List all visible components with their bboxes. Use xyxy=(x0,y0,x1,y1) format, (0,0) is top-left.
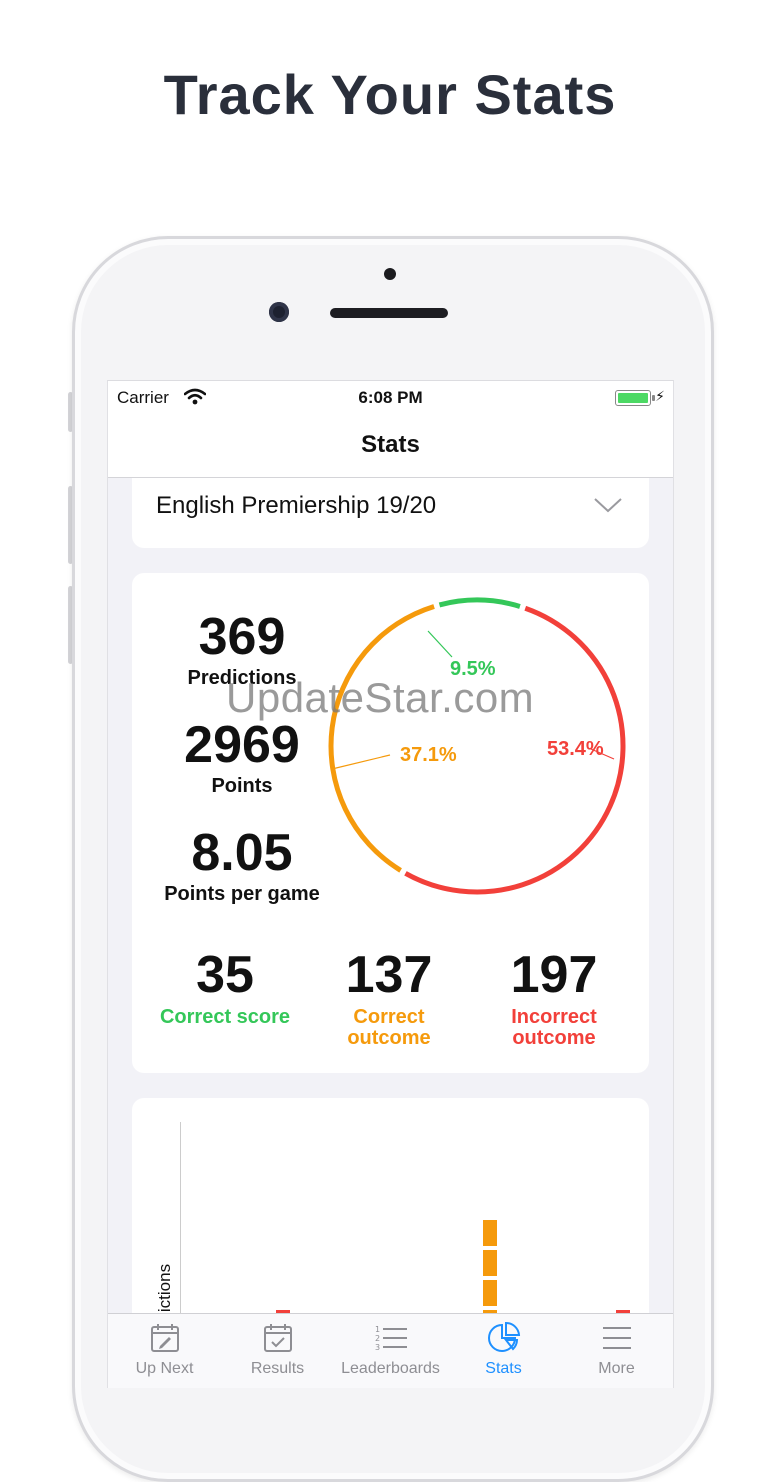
bar-segment xyxy=(483,1220,497,1246)
calendar-edit-icon xyxy=(108,1320,221,1356)
points-per-game-stat: 8.05 Points per game xyxy=(132,827,352,906)
tab-leaderboards-label: Leaderboards xyxy=(341,1360,440,1377)
correct-outcome-value: 137 xyxy=(345,946,433,1004)
league-selector[interactable]: English Premiership 19/20 xyxy=(132,478,649,548)
tab-results-label: Results xyxy=(250,1360,305,1377)
points-value: 2969 xyxy=(184,716,300,774)
page-headline: Track Your Stats xyxy=(163,63,617,126)
donut-segment-correct-score xyxy=(438,597,521,609)
proximity-sensor xyxy=(384,268,396,280)
tab-up-next[interactable]: Up Next xyxy=(108,1320,221,1378)
battery-icon xyxy=(615,390,655,406)
svg-text:2: 2 xyxy=(375,1334,380,1343)
bar-segment xyxy=(483,1280,497,1306)
points-per-game-value: 8.05 xyxy=(191,824,293,882)
outcome-donut-chart: 9.5%53.4%37.1% xyxy=(328,597,626,895)
incorrect-outcome-count: 197 Incorrect outcome xyxy=(469,949,639,1049)
tab-stats-label: Stats xyxy=(485,1360,522,1377)
correct-score-value: 35 xyxy=(196,946,254,1004)
tab-more[interactable]: More xyxy=(560,1320,673,1378)
points-per-game-label: Points per game xyxy=(164,883,320,905)
calendar-check-icon xyxy=(221,1320,334,1356)
correct-score-label: Correct score xyxy=(159,1006,291,1028)
tab-bar: Up Next Results 123 Leaderboards Stats M… xyxy=(108,1313,673,1388)
chevron-down-icon xyxy=(593,496,623,519)
pie-chart-icon xyxy=(447,1320,560,1356)
donut-leader-line xyxy=(427,630,453,658)
watermark-text: UpdateStar.com xyxy=(226,674,535,721)
bar-segment xyxy=(483,1250,497,1276)
incorrect-outcome-label-line1: Incorrect xyxy=(511,1006,597,1028)
tab-more-label: More xyxy=(598,1360,635,1377)
incorrect-outcome-label-line2: outcome xyxy=(512,1027,596,1049)
predictions-value: 369 xyxy=(198,608,286,666)
nav-bar: Stats xyxy=(108,415,673,478)
svg-text:1: 1 xyxy=(375,1325,380,1334)
correct-outcome-label-line1: Correct xyxy=(353,1006,425,1028)
tab-up-next-label: Up Next xyxy=(135,1360,194,1377)
incorrect-outcome-value: 197 xyxy=(510,946,598,1004)
donut-leader-line xyxy=(331,754,391,770)
tab-leaderboards[interactable]: 123 Leaderboards xyxy=(334,1320,447,1378)
numbered-list-icon: 123 xyxy=(334,1320,447,1356)
stats-summary-card: 369 Predictions 2969 Points 8.05 Points … xyxy=(132,573,649,1073)
charging-icon: ⚡ xyxy=(655,388,665,404)
league-selector-value: English Premiership 19/20 xyxy=(156,492,437,519)
earpiece-speaker xyxy=(330,308,448,318)
tab-results[interactable]: Results xyxy=(221,1320,334,1378)
correct-score-count: 35 Correct score xyxy=(140,949,310,1028)
clock: 6:08 PM xyxy=(358,388,423,407)
correct-outcome-count: 137 Correct outcome xyxy=(304,949,474,1049)
status-bar: Carrier 6:08 PM ⚡ xyxy=(108,381,673,415)
points-stat: 2969 Points xyxy=(132,719,352,798)
tab-stats[interactable]: Stats xyxy=(447,1320,560,1378)
page-title: Stats xyxy=(361,431,420,458)
app-screen: Carrier 6:08 PM ⚡ Stats English Premiers… xyxy=(107,380,674,1388)
donut-label: 37.1% xyxy=(400,744,457,766)
points-label: Points xyxy=(211,775,273,797)
correct-outcome-label-line2: outcome xyxy=(347,1027,431,1049)
donut-label: 53.4% xyxy=(547,738,604,760)
front-camera xyxy=(269,302,289,322)
menu-icon xyxy=(560,1320,673,1356)
svg-text:3: 3 xyxy=(375,1343,380,1352)
donut-segment-correct-outcome xyxy=(328,604,435,873)
